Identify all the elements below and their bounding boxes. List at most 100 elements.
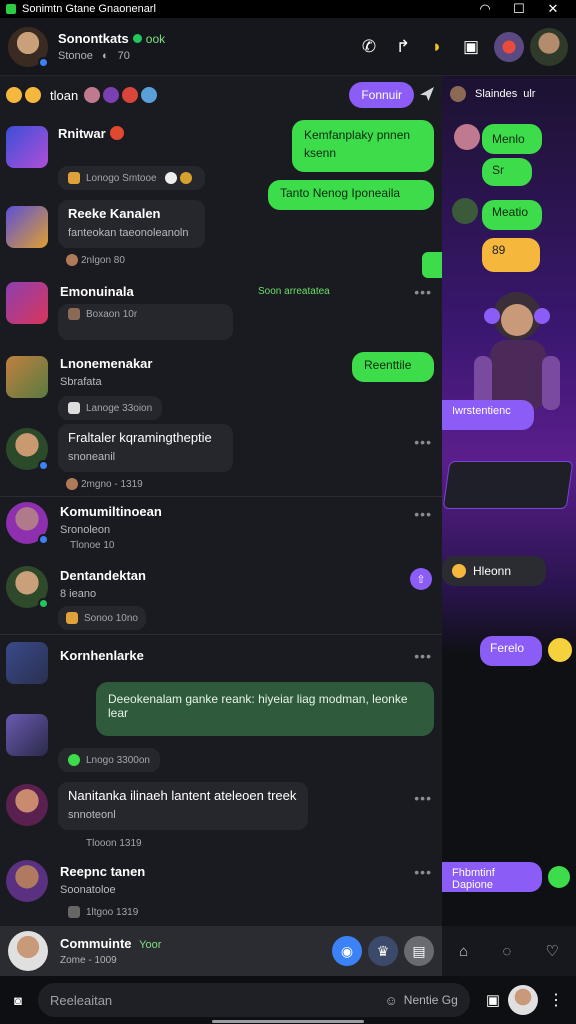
gallery-button[interactable]: ▣ [454,30,488,64]
meta-text: 2nlgon 80 [81,254,125,266]
message-meta: 2nlgon 80 [66,254,125,266]
contact-name: Kornhenlarke [60,648,144,663]
avatar[interactable] [8,26,49,68]
list-item[interactable]: Nanitanka ilinaeh lantent ateleoen treek… [0,780,442,856]
avatar [6,206,48,248]
meta-text: 2mgno - 1319 [81,478,143,490]
send-icon[interactable] [420,87,434,101]
purple-icon[interactable] [103,87,120,103]
maximize-button[interactable]: ☐ [502,1,536,17]
message-bubble[interactable]: 89 [482,238,540,272]
input-placeholder: Reeleaitan [50,992,113,1008]
grin-icon[interactable] [25,87,41,103]
message-bubble[interactable]: Deeokenalam ganke reank: hiyeiar liag mo… [96,682,434,736]
message-preview: Sronoleon [60,524,111,536]
side-panel-header: Slaindes ulr [450,86,535,102]
list-item[interactable]: Komumiltinoean Sronoleon Tlonoe 10 ••• [0,498,442,558]
contact-name: Komumiltinoean [60,504,162,519]
camera-icon[interactable]: ◙ [6,988,30,1012]
self-avatar[interactable] [508,985,538,1015]
filter-label[interactable]: tloan [50,88,78,103]
home-indicator [212,1020,364,1023]
crown-button[interactable]: ♛ [368,936,398,966]
message-preview: Soonatoloe [60,884,116,896]
contact-name: Dentandektan [60,568,146,583]
attachment-bubble[interactable] [422,252,442,278]
message-bubble[interactable]: Reenttile [352,352,434,382]
active-meta: Zome - 1009 [60,955,117,966]
message-bubble[interactable]: Sr [482,158,532,186]
list-item[interactable]: Kornhenlarke ••• Deeokenalam ganke reank… [0,638,442,772]
avatar-icon [450,86,466,102]
message-bubble[interactable]: Ferelo [480,636,542,666]
emoji-button[interactable]: ◗ [420,30,454,64]
message-preview: snoneanil [68,451,116,463]
smile-icon[interactable] [6,87,22,103]
active-contact-info: Commuinte Yoor Zome - 1009 [60,936,326,966]
profile-avatar[interactable] [530,27,568,66]
message-meta: Lnogo 3300on [58,748,160,772]
pin-button[interactable]: ⇧ [410,568,432,590]
header-count: 70 [117,50,130,62]
close-button[interactable]: ✕ [536,1,570,17]
call-button[interactable]: ✆ [352,30,386,64]
avatar [6,566,49,609]
reaction-text: Soon arreatatea [258,286,330,297]
red-icon[interactable] [122,87,139,103]
message-bubble[interactable]: Hleonn [442,556,546,586]
more-options-icon[interactable]: ••• [414,434,432,450]
message-bubble[interactable]: Iwrstentienc [442,400,534,430]
blue-icon[interactable] [141,87,158,103]
active-name-text: Commuinte [60,936,132,951]
chat-icon[interactable]: ◌ [502,943,511,960]
side-nav: ⌂ ◌ ♡ [442,926,576,976]
avatar [6,502,49,545]
message-bubble[interactable]: Fhbmtinf Dapione [442,862,542,892]
active-contact-bar[interactable]: Commuinte Yoor Zome - 1009 ◉ ♛ ▤ [0,926,442,976]
more-options-icon[interactable]: ••• [414,864,432,880]
message-meta: Boxaon 10r [68,308,223,320]
message-bubble[interactable]: Kemfanplaky pnnen ksenn [292,120,434,172]
emoji-icon[interactable]: ☺ [385,993,398,1008]
message-meta: Lonogo Smtooe [58,166,205,190]
contact-name: Lnonemenakar [60,356,153,371]
more-options-icon[interactable]: ••• [414,506,432,522]
active-contact-name: Commuinte Yoor [60,936,326,951]
list-item[interactable]: Emonuinala Boxaon 10r Soon arreatatea ••… [0,276,442,348]
avatar [6,784,48,826]
more-options-icon[interactable]: ••• [414,648,432,664]
status-dot [38,56,49,68]
divider [0,496,442,497]
avatar-icon[interactable] [84,87,101,103]
side-unit: ulr [523,88,536,100]
more-options-icon[interactable]: ••• [414,790,432,806]
list-item[interactable]: Reepnc tanen Soonatoloe 1ltgoo 1319 ••• [0,856,442,926]
gallery-icon[interactable]: ▣ [486,991,500,1009]
message-bubble[interactable]: Menlo [482,124,542,154]
side-panel: Slaindes ulr Menlo Sr Meatio 89 Iwrstent… [442,76,576,926]
list-item[interactable]: Reeke Kanalen fanteokan taeonoleanoln 2n… [0,200,442,276]
list-item[interactable]: Fraltaler kqramingtheptie snoneanil 2mgn… [0,424,442,496]
input-right-label: Nentie Gg [403,993,458,1007]
list-item[interactable]: Dentandektan 8 ieano Sonoo 10no ⇧ [0,560,442,632]
message-card: Nanitanka ilinaeh lantent ateleoen treek… [58,782,308,830]
more-options-icon[interactable]: ••• [414,284,432,300]
message-bubble[interactable]: Tanto Nenog Iponeaila [268,180,434,210]
game-icon: ◐ [101,50,109,62]
shield-icon[interactable]: ♡ [545,942,558,960]
message-bubble[interactable]: Meatio [482,200,542,230]
group-avatar[interactable] [494,31,524,62]
active-tag: Yoor [139,939,162,951]
contact-name: Emonuinala [60,284,134,299]
contact-name: Fraltaler kqramingtheptie [68,430,212,445]
header-name: Sonontkats ook [58,31,352,46]
message-input[interactable]: Reeleaitan ☺ Nentie Gg [38,983,470,1017]
home-icon[interactable]: ⌂ [459,943,468,960]
emoji-icon [548,638,572,662]
filter-button[interactable]: Fonnuir [349,82,414,108]
camera-button[interactable]: ◉ [332,936,362,966]
media-button[interactable]: ▤ [404,936,434,966]
online-indicator [132,34,142,43]
overflow-menu-icon[interactable]: ⋮ [548,990,564,1010]
forward-button[interactable]: ↱ [386,30,420,64]
